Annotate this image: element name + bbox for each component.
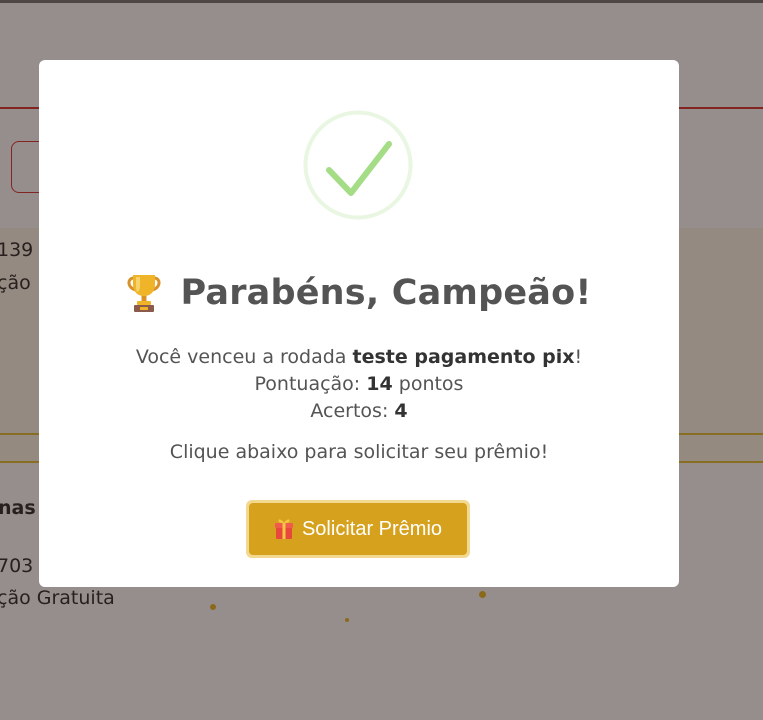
claim-button-focus-ring: Solicitar Prêmio	[246, 500, 470, 558]
hits-message: Acertos: 4	[39, 398, 679, 425]
cta-message: Clique abaixo para solicitar seu prêmio!	[169, 441, 549, 463]
round-prefix: Você venceu a rodada	[135, 346, 353, 368]
round-message: Você venceu a rodada teste pagamento pix…	[39, 344, 679, 371]
score-label: Pontuação:	[254, 373, 367, 395]
round-name: teste pagamento pix	[352, 346, 575, 368]
score-value: 14	[366, 373, 393, 395]
score-message: Pontuação: 14 pontos	[39, 371, 679, 398]
modal-title: Parabéns, Campeão!	[180, 273, 592, 313]
check-circle-icon	[303, 110, 413, 220]
hits-label: Acertos:	[310, 400, 395, 422]
claim-prize-button[interactable]: Solicitar Prêmio	[249, 503, 467, 555]
modal-title-row: Parabéns, Campeão!	[39, 268, 679, 318]
success-modal: Parabéns, Campeão! Você venceu a rodada …	[39, 60, 679, 587]
claim-button-label: Solicitar Prêmio	[301, 517, 443, 540]
hits-value: 4	[394, 400, 408, 422]
gift-icon	[274, 519, 293, 539]
round-suffix: !	[574, 346, 583, 368]
trophy-icon	[127, 275, 161, 312]
score-unit: pontos	[392, 373, 464, 395]
